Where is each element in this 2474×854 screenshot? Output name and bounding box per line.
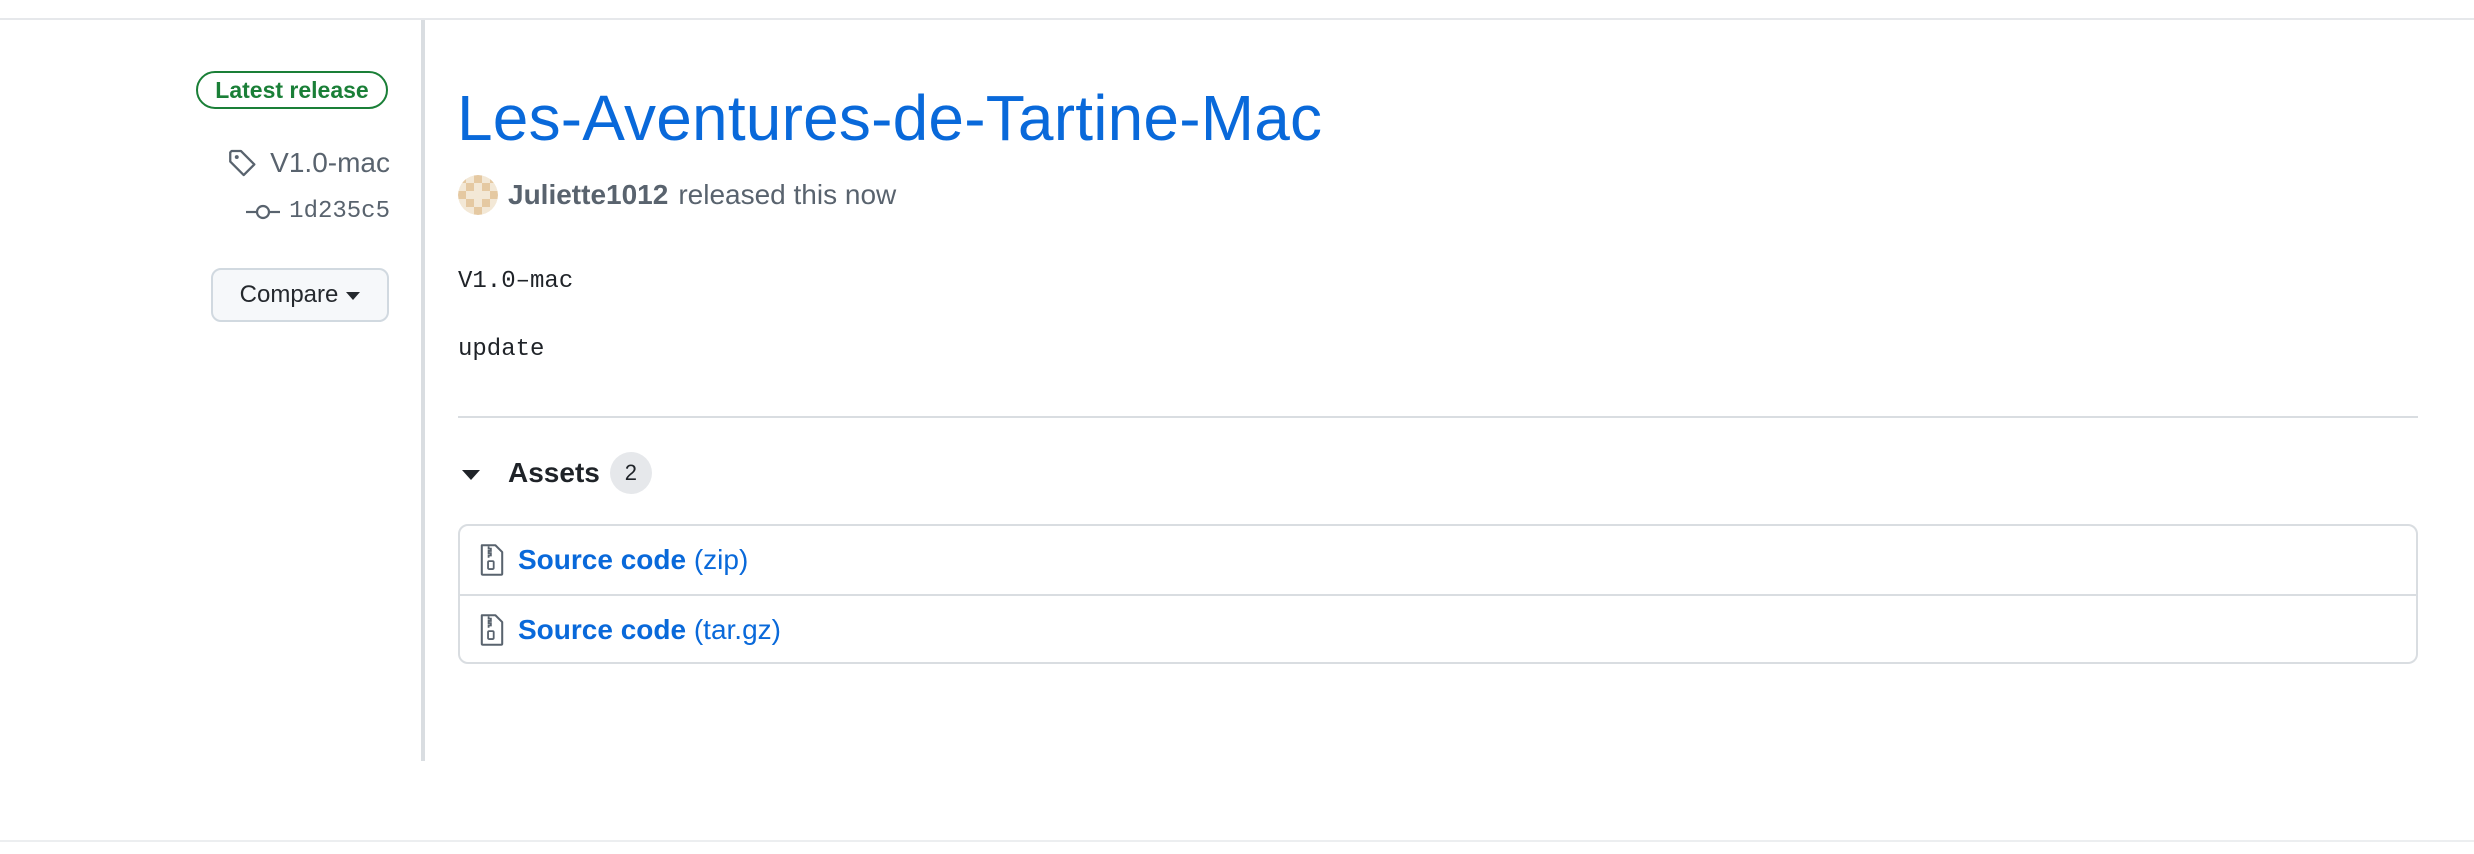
assets-toggle[interactable]: Assets 2 — [462, 452, 652, 494]
tag-icon — [229, 149, 256, 177]
timeline-line — [421, 20, 425, 761]
compare-button[interactable]: Compare — [211, 268, 389, 322]
avatar[interactable] — [458, 175, 498, 215]
tag-name: V1.0-mac — [270, 147, 390, 178]
release-author-row: Juliette1012 released this now — [458, 175, 896, 215]
asset-row[interactable]: Source code (tar.gz) — [460, 594, 2416, 662]
asset-format: (tar.gz) — [693, 614, 781, 645]
asset-name: Source code — [518, 614, 687, 645]
top-divider — [0, 18, 2474, 20]
release-title[interactable]: Les-Aventures-de-Tartine-Mac — [457, 78, 1322, 158]
assets-count-badge: 2 — [609, 452, 652, 494]
release-body-line: V1.0–mac — [458, 268, 574, 295]
compare-button-label: Compare — [239, 281, 339, 308]
asset-link[interactable]: Source code (zip) — [518, 544, 748, 576]
tag-link[interactable]: V1.0-mac — [226, 146, 390, 180]
assets-list: Source code (zip) Source code (tar.gz) — [458, 524, 2418, 664]
file-zip-icon — [480, 614, 504, 646]
release-body-line: update — [458, 336, 545, 363]
file-zip-icon — [480, 544, 504, 576]
chevron-down-icon — [346, 292, 361, 300]
author-name[interactable]: Juliette1012 — [508, 179, 668, 211]
asset-row[interactable]: Source code (zip) — [460, 526, 2416, 594]
assets-title: Assets — [508, 457, 600, 488]
commit-sha: 1d235c5 — [289, 198, 390, 225]
asset-link[interactable]: Source code (tar.gz) — [518, 614, 781, 646]
released-text: released this now — [678, 179, 897, 210]
section-divider — [458, 416, 2418, 418]
asset-format: (zip) — [693, 544, 749, 575]
bottom-divider — [0, 840, 2474, 842]
commit-icon — [246, 204, 281, 219]
release-page: Latest release V1.0-mac 1d235c5 Compare … — [0, 0, 2474, 854]
commit-link[interactable]: 1d235c5 — [245, 198, 390, 225]
triangle-down-icon — [462, 470, 480, 480]
latest-release-badge: Latest release — [196, 71, 388, 109]
asset-name: Source code — [518, 544, 687, 575]
